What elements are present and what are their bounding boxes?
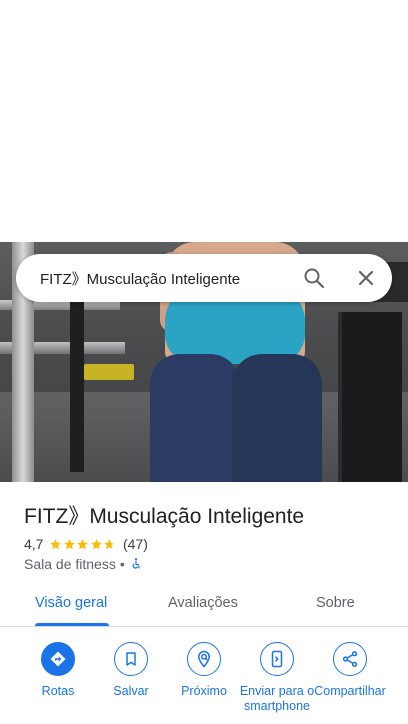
save-label: Salvar — [113, 684, 149, 698]
photo-weight-plate — [84, 364, 134, 380]
photo-machine — [338, 312, 402, 482]
bookmark-icon — [114, 642, 148, 676]
directions-icon — [41, 642, 75, 676]
separator-dot: • — [119, 556, 125, 572]
map-blank-area — [0, 0, 408, 242]
nearby-button[interactable]: Próximo — [166, 642, 242, 699]
close-icon[interactable] — [354, 266, 378, 290]
share-icon — [333, 642, 367, 676]
tab-about[interactable]: Sobre — [316, 595, 355, 611]
search-bar[interactable]: FITZ》Musculação Inteligente — [16, 254, 392, 302]
star-half-icon — [104, 538, 116, 549]
star-icon — [64, 538, 75, 549]
nearby-icon — [187, 642, 221, 676]
tab-bar: Visão geral Avaliações Sobre — [0, 584, 408, 627]
place-title: FITZ》Musculação Inteligente — [24, 505, 305, 528]
send-to-phone-icon — [260, 642, 294, 676]
search-icon[interactable] — [302, 266, 326, 290]
star-icon — [77, 538, 89, 549]
rating-row[interactable]: 4,7 (47) — [24, 535, 148, 553]
photo-person-leg-right — [232, 354, 322, 482]
category-row: Sala de fitness • — [24, 556, 143, 572]
place-category: Sala de fitness — [24, 556, 116, 572]
rating-value: 4,7 — [24, 536, 44, 552]
photo-person-leg-left — [150, 354, 240, 482]
share-label: Compartilhar — [314, 684, 386, 698]
action-bar: Rotas Salvar Próximo Enviar para o smart… — [0, 642, 408, 724]
wheelchair-accessible-icon — [132, 558, 140, 569]
review-count[interactable]: (47) — [123, 536, 148, 552]
star-icon — [50, 538, 62, 549]
tab-overview[interactable]: Visão geral — [35, 595, 107, 611]
active-tab-indicator — [35, 623, 109, 626]
send-to-phone-label: Enviar para o smartphone — [239, 684, 315, 713]
send-to-phone-button[interactable]: Enviar para o smartphone — [239, 642, 315, 714]
directions-label: Rotas — [41, 684, 75, 698]
nearby-label: Próximo — [181, 684, 227, 698]
rating-stars — [49, 538, 117, 551]
share-button[interactable]: Compartilhar — [312, 642, 388, 699]
search-query[interactable]: FITZ》Musculação Inteligente — [40, 268, 240, 289]
star-icon — [91, 538, 102, 549]
directions-button[interactable]: Rotas — [20, 642, 96, 699]
save-button[interactable]: Salvar — [93, 642, 169, 699]
tab-reviews[interactable]: Avaliações — [168, 595, 238, 611]
